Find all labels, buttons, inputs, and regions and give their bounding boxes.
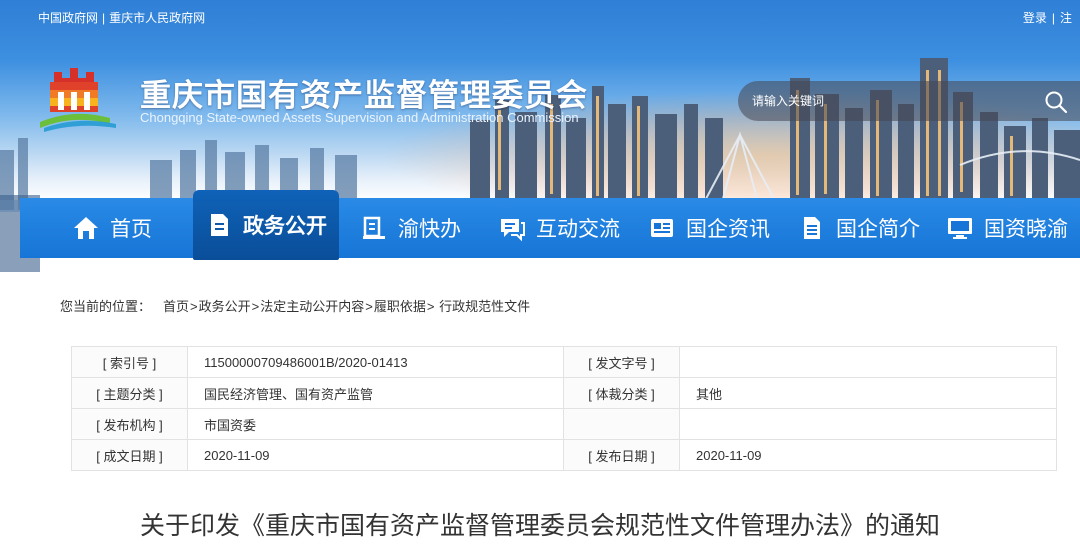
register-link[interactable]: 注: [1060, 11, 1072, 25]
document-icon: [211, 214, 228, 236]
info-value: 11500000709486001B/2020-01413: [187, 346, 564, 378]
nav-label: 互动交流: [536, 217, 620, 241]
nav-item-interaction[interactable]: 互动交流: [498, 198, 620, 258]
search-input[interactable]: [752, 90, 1032, 112]
top-links: 中国政府网 | 重庆市人民政府网: [38, 9, 205, 26]
site-title: 重庆市国有资产监督管理委员会: [140, 78, 588, 114]
search-icon[interactable]: [1044, 90, 1068, 114]
chat-icon: [501, 219, 525, 242]
info-key: [ 发布日期 ]: [563, 439, 680, 471]
info-key: [ 索引号 ]: [71, 346, 188, 378]
monitor-icon: [948, 218, 972, 239]
breadcrumb-item[interactable]: 履职依据: [374, 299, 426, 314]
info-value: 其他: [679, 377, 1057, 409]
nav-item-soe-news[interactable]: 国企资讯: [648, 198, 770, 258]
breadcrumb-separator: >: [251, 299, 260, 314]
info-key: [ 发文字号 ]: [563, 346, 680, 378]
info-key: [563, 408, 680, 440]
nav-item-guozi-xiaoyu[interactable]: 国资晓渝: [946, 198, 1068, 258]
account-separator: |: [1051, 11, 1055, 25]
table-row: [ 成文日期 ] 2020-11-09 [ 发布日期 ] 2020-11-09: [71, 439, 1057, 471]
nav-label: 国企资讯: [686, 217, 770, 241]
nav-item-soe-profile[interactable]: 国企简介: [798, 198, 920, 258]
info-value: 2020-11-09: [187, 439, 564, 471]
nav-item-yukuaiban[interactable]: 渝快办: [360, 198, 461, 258]
info-key: [ 成文日期 ]: [71, 439, 188, 471]
nav-label: 渝快办: [398, 217, 461, 241]
breadcrumb-item[interactable]: 行政规范性文件: [435, 299, 530, 314]
main-nav: 首页 政务公开 渝快办 互动交流 国企资讯 国企简介 国资晓渝: [20, 190, 1080, 260]
breadcrumb: 您当前的位置： 首页>政务公开>法定主动公开内容>履职依据> 行政规范性文件: [60, 296, 530, 315]
account-links: 登录 | 注: [1023, 9, 1072, 26]
nav-label: 国企简介: [836, 217, 920, 241]
search-box: [738, 81, 1080, 121]
info-value: [679, 408, 1057, 440]
gov-portal-link[interactable]: 中国政府网: [38, 9, 98, 26]
news-icon: [651, 219, 673, 237]
article-title: 关于印发《重庆市国有资产监督管理委员会规范性文件管理办法》的通知: [139, 511, 940, 540]
table-row: [ 索引号 ] 11500000709486001B/2020-01413 [ …: [71, 346, 1057, 378]
breadcrumb-item[interactable]: 政务公开: [199, 299, 251, 314]
nav-label: 政务公开: [243, 214, 327, 238]
breadcrumb-separator: >: [190, 299, 198, 314]
table-row: [ 主题分类 ] 国民经济管理、国有资产监管 [ 体裁分类 ] 其他: [71, 377, 1057, 409]
login-link[interactable]: 登录: [1023, 11, 1047, 25]
breadcrumb-separator: >: [365, 299, 373, 314]
breadcrumb-separator: >: [426, 299, 435, 314]
info-key: [ 主题分类 ]: [71, 377, 188, 409]
city-gov-link[interactable]: 重庆市人民政府网: [109, 9, 205, 26]
file-icon: [804, 217, 820, 239]
info-value: 国民经济管理、国有资产监管: [187, 377, 564, 409]
nav-item-gov-affairs[interactable]: 政务公开: [193, 190, 339, 260]
info-key: [ 发布机构 ]: [71, 408, 188, 440]
site-subtitle: Chongqing State-owned Assets Supervision…: [140, 110, 579, 125]
breadcrumb-item[interactable]: 法定主动公开内容: [260, 299, 364, 314]
nav-label: 首页: [110, 217, 152, 241]
info-value: 市国资委: [187, 408, 564, 440]
logo-emblem-icon[interactable]: [40, 64, 132, 134]
breadcrumb-label: 您当前的位置：: [60, 299, 152, 314]
document-info-table: [ 索引号 ] 11500000709486001B/2020-01413 [ …: [71, 346, 1057, 471]
nav-item-home[interactable]: 首页: [72, 198, 152, 258]
info-key: [ 体裁分类 ]: [563, 377, 680, 409]
breadcrumb-item[interactable]: 首页: [163, 299, 189, 314]
table-row: [ 发布机构 ] 市国资委: [71, 408, 1057, 440]
nav-label: 国资晓渝: [984, 217, 1068, 241]
top-link-separator: |: [102, 11, 106, 25]
service-icon: [363, 216, 385, 239]
info-value: [679, 346, 1057, 378]
info-value: 2020-11-09: [679, 439, 1057, 471]
home-icon: [74, 217, 98, 239]
